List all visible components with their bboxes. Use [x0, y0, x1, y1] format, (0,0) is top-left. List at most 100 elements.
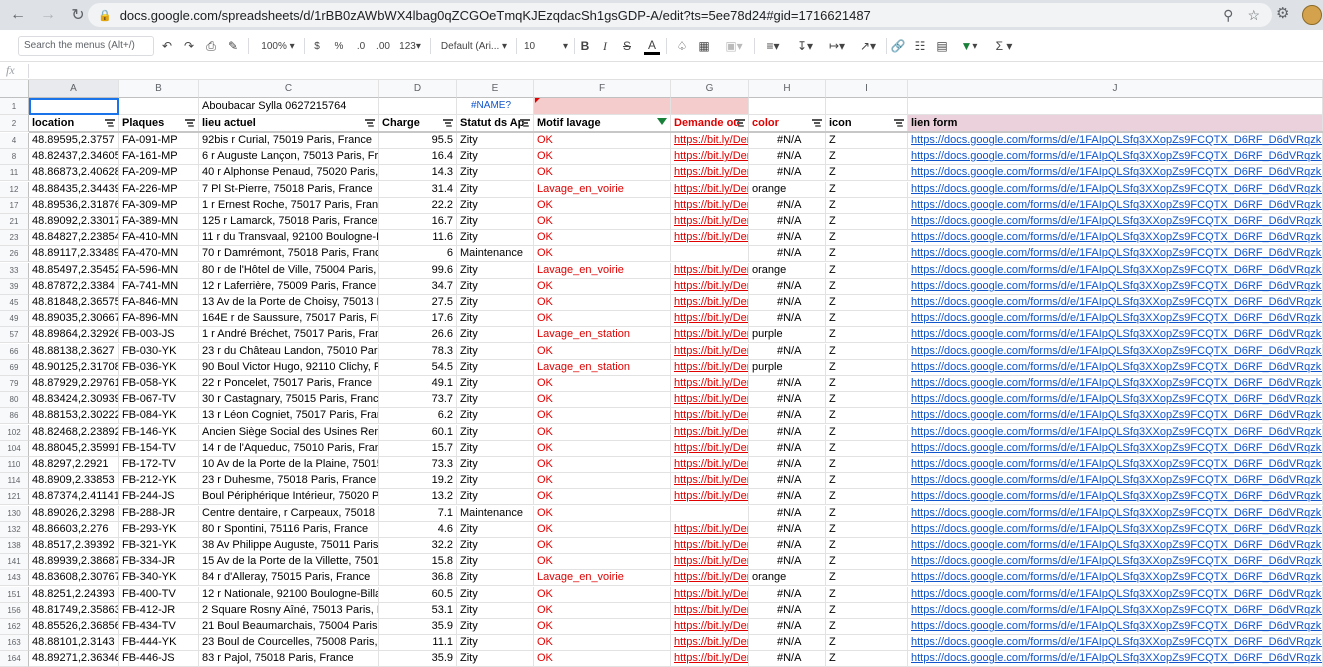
row-header[interactable]: 12: [0, 182, 29, 198]
header-g[interactable]: Demande ou: [671, 115, 749, 132]
cell-lien-form[interactable]: https://docs.google.com/forms/d/e/1FAIpQ…: [908, 506, 1323, 522]
rotate-icon[interactable]: ↗▾: [854, 37, 882, 55]
cell-lieu[interactable]: 38 Av Philippe Auguste, 75011 Paris, Fra: [199, 538, 379, 554]
cell-lien-form[interactable]: https://docs.google.com/forms/d/e/1FAIpQ…: [908, 554, 1323, 570]
row-header[interactable]: 104: [0, 441, 29, 457]
header-d[interactable]: Charge: [379, 115, 457, 132]
cell-lien-form[interactable]: https://docs.google.com/forms/d/e/1FAIpQ…: [908, 344, 1323, 360]
cell-lien-form[interactable]: https://docs.google.com/forms/d/e/1FAIpQ…: [908, 619, 1323, 635]
header-e[interactable]: Statut ds Ap: [457, 115, 534, 132]
cell-color[interactable]: #N/A: [749, 603, 826, 619]
cell-charge[interactable]: 35.9: [379, 651, 457, 667]
cell-location[interactable]: 48.87872,2.3384: [29, 279, 119, 295]
cell-lieu[interactable]: 13 r Léon Cogniet, 75017 Paris, France: [199, 408, 379, 424]
cell-location[interactable]: 48.88138,2.3627: [29, 344, 119, 360]
cell-charge[interactable]: 73.3: [379, 457, 457, 473]
cell-motif[interactable]: Lavage_en_voirie: [534, 263, 671, 279]
cell-demande-link[interactable]: https://bit.ly/Dem: [671, 214, 749, 230]
cell-plaque[interactable]: FA-410-MN: [119, 230, 199, 246]
cell-demande-link[interactable]: [671, 506, 749, 522]
cell-statut[interactable]: Maintenance: [457, 246, 534, 262]
cell-lieu[interactable]: 21 Boul Beaumarchais, 75004 Paris, Fra: [199, 619, 379, 635]
column-header-b[interactable]: B: [119, 80, 199, 98]
cell-motif[interactable]: OK: [534, 198, 671, 214]
cell-charge[interactable]: 49.1: [379, 376, 457, 392]
cell-lien-form[interactable]: https://docs.google.com/forms/d/e/1FAIpQ…: [908, 635, 1323, 651]
cell-statut[interactable]: Zity: [457, 376, 534, 392]
cell-statut[interactable]: Zity: [457, 360, 534, 376]
cell-location[interactable]: 48.84827,2.23854: [29, 230, 119, 246]
cell-icon[interactable]: Z: [826, 570, 908, 586]
cell-icon[interactable]: Z: [826, 554, 908, 570]
cell-motif[interactable]: OK: [534, 587, 671, 603]
cell-icon[interactable]: Z: [826, 408, 908, 424]
cell-color[interactable]: #N/A: [749, 635, 826, 651]
cell-row1-i[interactable]: [826, 98, 908, 115]
cell-row1-h[interactable]: [749, 98, 826, 115]
cell-lieu[interactable]: 30 r Castagnary, 75015 Paris, France: [199, 392, 379, 408]
cell-icon[interactable]: Z: [826, 165, 908, 181]
merge-icon[interactable]: ▣▾: [720, 37, 748, 55]
cell-lieu[interactable]: 15 Av de la Porte de la Villette, 75019 …: [199, 554, 379, 570]
cell-motif[interactable]: Lavage_en_station: [534, 327, 671, 343]
cell-location[interactable]: 48.85526,2.36856: [29, 619, 119, 635]
cell-lien-form[interactable]: https://docs.google.com/forms/d/e/1FAIpQ…: [908, 489, 1323, 505]
cell-demande-link[interactable]: https://bit.ly/Dem: [671, 344, 749, 360]
cell-motif[interactable]: OK: [534, 554, 671, 570]
cell-demande-link[interactable]: https://bit.ly/Dem: [671, 230, 749, 246]
cell-motif[interactable]: OK: [534, 506, 671, 522]
header-b[interactable]: Plaques: [119, 115, 199, 132]
row-header[interactable]: 132: [0, 522, 29, 538]
cell-lieu[interactable]: 13 Av de la Porte de Choisy, 75013 Pari: [199, 295, 379, 311]
row-header[interactable]: 11: [0, 165, 29, 181]
row-header[interactable]: 164: [0, 651, 29, 667]
font-select[interactable]: Default (Ari... ▾: [438, 37, 510, 55]
cell-location[interactable]: 48.83424,2.30939: [29, 392, 119, 408]
cell-location[interactable]: 48.86873,2.40628: [29, 165, 119, 181]
increase-decimal-button[interactable]: .00: [374, 37, 392, 55]
row-header[interactable]: 66: [0, 344, 29, 360]
cell-demande-link[interactable]: https://bit.ly/Dem: [671, 603, 749, 619]
cell-icon[interactable]: Z: [826, 587, 908, 603]
cell-location[interactable]: 48.89035,2.30667: [29, 311, 119, 327]
cell-icon[interactable]: Z: [826, 214, 908, 230]
filter-icon[interactable]: [365, 119, 375, 127]
cell-demande-link[interactable]: https://bit.ly/Dem: [671, 587, 749, 603]
cell-statut[interactable]: Zity: [457, 344, 534, 360]
cell-location[interactable]: 48.89536,2.31876: [29, 198, 119, 214]
cell-statut[interactable]: Zity: [457, 230, 534, 246]
cell-demande-link[interactable]: https://bit.ly/Dem: [671, 441, 749, 457]
cell-demande-link[interactable]: https://bit.ly/Dem: [671, 457, 749, 473]
cell-plaque[interactable]: FA-846-MN: [119, 295, 199, 311]
cell-lien-form[interactable]: https://docs.google.com/forms/d/e/1FAIpQ…: [908, 522, 1323, 538]
cell-icon[interactable]: Z: [826, 360, 908, 376]
cell-location[interactable]: 48.88045,2.35991: [29, 441, 119, 457]
cell-lieu[interactable]: 14 r de l'Aqueduc, 75010 Paris, France: [199, 441, 379, 457]
cell-charge[interactable]: 7.1: [379, 506, 457, 522]
cell-statut[interactable]: Zity: [457, 165, 534, 181]
cell-icon[interactable]: Z: [826, 651, 908, 667]
cell-lieu[interactable]: 125 r Lamarck, 75018 Paris, France: [199, 214, 379, 230]
cell-statut[interactable]: Zity: [457, 198, 534, 214]
cell-color[interactable]: #N/A: [749, 344, 826, 360]
cell-lieu[interactable]: 1 r André Bréchet, 75017 Paris, France: [199, 327, 379, 343]
column-header-i[interactable]: I: [826, 80, 908, 98]
cell-motif[interactable]: Lavage_en_voirie: [534, 182, 671, 198]
cell-lien-form[interactable]: https://docs.google.com/forms/d/e/1FAIpQ…: [908, 376, 1323, 392]
cell-lieu[interactable]: Centre dentaire, r Carpeaux, 75018 Pari: [199, 506, 379, 522]
cell-lien-form[interactable]: https://docs.google.com/forms/d/e/1FAIpQ…: [908, 133, 1323, 149]
frozen-row-divider[interactable]: [29, 131, 1323, 133]
cell-demande-link[interactable]: https://bit.ly/Dem: [671, 554, 749, 570]
cell-color[interactable]: #N/A: [749, 554, 826, 570]
cell-plaque[interactable]: FB-340-YK: [119, 570, 199, 586]
cell-color[interactable]: orange: [749, 570, 826, 586]
cell-location[interactable]: 48.88153,2.30222: [29, 408, 119, 424]
cell-plaque[interactable]: FA-309-MP: [119, 198, 199, 214]
cell-plaque[interactable]: FB-321-YK: [119, 538, 199, 554]
cell-motif[interactable]: OK: [534, 279, 671, 295]
cell-icon[interactable]: Z: [826, 246, 908, 262]
cell-plaque[interactable]: FA-091-MP: [119, 133, 199, 149]
cell-lien-form[interactable]: https://docs.google.com/forms/d/e/1FAIpQ…: [908, 408, 1323, 424]
cell-lien-form[interactable]: https://docs.google.com/forms/d/e/1FAIpQ…: [908, 473, 1323, 489]
cell-demande-link[interactable]: https://bit.ly/Dem: [671, 279, 749, 295]
